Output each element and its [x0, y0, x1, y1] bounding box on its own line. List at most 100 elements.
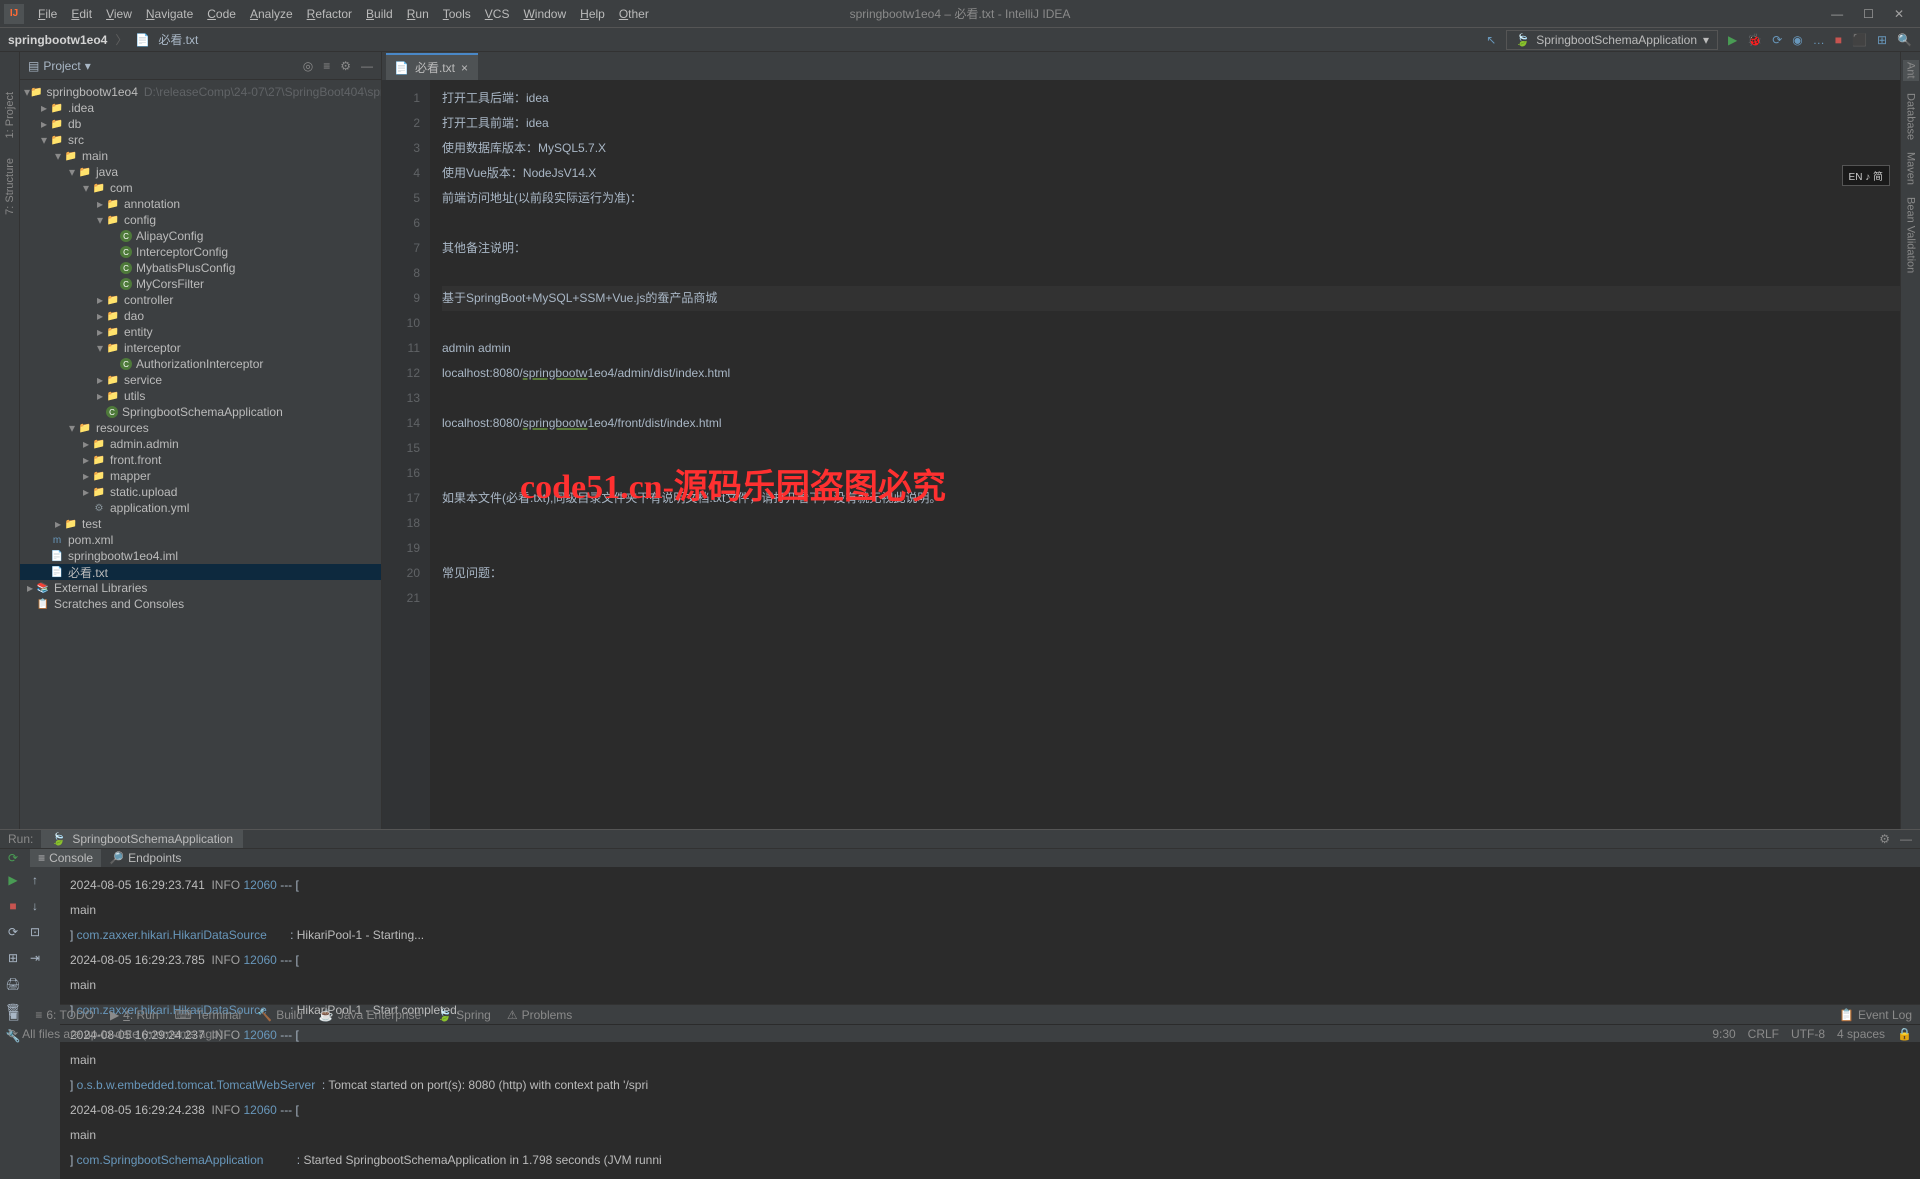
tree-node-admin-admin[interactable]: ▸📁admin.admin: [20, 436, 381, 452]
breadcrumb-file[interactable]: 必看.txt: [158, 31, 198, 48]
tree-node-AlipayConfig[interactable]: CAlipayConfig: [20, 228, 381, 244]
tree-arrow[interactable]: ▸: [24, 581, 36, 595]
menu-help[interactable]: Help: [574, 3, 611, 25]
run-ctrl-2[interactable]: ⟳: [4, 923, 22, 941]
code-line-7[interactable]: 其他备注说明：: [442, 236, 1900, 261]
code-area[interactable]: code51.cn-源码乐园盗图必究 打开工具后端：idea打开工具前端：ide…: [430, 80, 1900, 829]
tree-arrow[interactable]: ▸: [80, 485, 92, 499]
code-line-19[interactable]: [442, 536, 1900, 561]
tree-arrow[interactable]: ▸: [38, 101, 50, 115]
tree-arrow[interactable]: ▸: [80, 437, 92, 451]
code-line-3[interactable]: 使用数据库版本：MySQL5.7.X: [442, 136, 1900, 161]
code-line-11[interactable]: admin admin: [442, 336, 1900, 361]
menu-view[interactable]: View: [100, 3, 138, 25]
tree-node-External Libraries[interactable]: ▸📚External Libraries: [20, 580, 381, 596]
bottom-tab-Spring[interactable]: 🍃Spring: [437, 1008, 491, 1022]
project-tool-2[interactable]: ⚙: [340, 59, 351, 73]
bottom-tab-Problems[interactable]: ⚠Problems: [507, 1008, 572, 1022]
menu-tools[interactable]: Tools: [437, 3, 477, 25]
right-tab-ant[interactable]: Ant: [1903, 60, 1919, 81]
menu-edit[interactable]: Edit: [65, 3, 98, 25]
tree-node-src[interactable]: ▾📁src: [20, 132, 381, 148]
close-tab-icon[interactable]: ×: [461, 61, 468, 75]
tree-node-db[interactable]: ▸📁db: [20, 116, 381, 132]
code-line-9[interactable]: 基于SpringBoot+MySQL+SSM+Vue.js的蚕产品商城: [442, 286, 1900, 311]
code-line-10[interactable]: [442, 311, 1900, 336]
minimize-panel-icon[interactable]: —: [1900, 832, 1912, 846]
tree-node-application-yml[interactable]: ⚙application.yml: [20, 500, 381, 516]
tree-node-Scratches and Consoles[interactable]: 📋Scratches and Consoles: [20, 596, 381, 612]
settings-icon[interactable]: ⚙: [1879, 832, 1890, 846]
run-subtab-endpoints[interactable]: 🔎Endpoints: [101, 849, 189, 867]
maximize-button[interactable]: ☐: [1863, 7, 1874, 21]
profiler-icon[interactable]: ◉: [1792, 33, 1802, 47]
code-line-5[interactable]: 前端访问地址(以前段实际运行为准)：: [442, 186, 1900, 211]
layout-icon[interactable]: ⬛: [1852, 33, 1867, 47]
status-item-0[interactable]: 9:30: [1712, 1027, 1735, 1041]
tree-node-static-upload[interactable]: ▸📁static.upload: [20, 484, 381, 500]
project-toolwindow-tab[interactable]: 1: Project: [4, 92, 16, 138]
project-panel-title[interactable]: ▤ Project ▾: [28, 59, 91, 73]
run-ctrl-r-2[interactable]: ⊡: [26, 923, 44, 941]
editor-tab[interactable]: 📄 必看.txt ×: [386, 53, 478, 80]
tree-arrow[interactable]: ▸: [80, 453, 92, 467]
bottom-tab-Java-Enterprise[interactable]: ☕Java Enterprise: [319, 1008, 421, 1022]
more-icon[interactable]: …: [1813, 33, 1825, 47]
minimize-button[interactable]: —: [1831, 7, 1843, 21]
bottom-tab-Build[interactable]: 🔨Build: [257, 1008, 303, 1022]
tree-node-test[interactable]: ▸📁test: [20, 516, 381, 532]
run-icon[interactable]: ▶: [1728, 33, 1737, 47]
menu-navigate[interactable]: Navigate: [140, 3, 199, 25]
right-tab-database[interactable]: Database: [1905, 93, 1917, 140]
grid-icon[interactable]: ⊞: [1877, 33, 1887, 47]
code-line-4[interactable]: 使用Vue版本：NodeJsV14.X: [442, 161, 1900, 186]
code-line-13[interactable]: [442, 386, 1900, 411]
run-ctrl-1[interactable]: ■: [4, 897, 22, 915]
run-config-dropdown[interactable]: 🍃 SpringbootSchemaApplication ▾: [1506, 30, 1718, 50]
code-line-6[interactable]: [442, 211, 1900, 236]
tree-arrow[interactable]: ▸: [94, 309, 106, 323]
tree-arrow[interactable]: ▾: [94, 341, 106, 355]
code-line-17[interactable]: 如果本文件(必看.txt),同级目录文件夹下有说明文档.txt文件，请打开看下，…: [442, 486, 1900, 511]
status-item-2[interactable]: UTF-8: [1791, 1027, 1825, 1041]
tree-node-utils[interactable]: ▸📁utils: [20, 388, 381, 404]
tree-node-pom-xml[interactable]: mpom.xml: [20, 532, 381, 548]
project-tree[interactable]: ▾📁springbootw1eo4D:\releaseComp\24-07\27…: [20, 80, 381, 829]
run-ctrl-r-1[interactable]: ↓: [26, 897, 44, 915]
tree-arrow[interactable]: ▸: [94, 389, 106, 403]
rerun-icon[interactable]: ⟳: [8, 851, 18, 865]
back-arrow-icon[interactable]: ↖: [1486, 33, 1496, 47]
run-ctrl-3[interactable]: ⊞: [4, 949, 22, 967]
tree-node-java[interactable]: ▾📁java: [20, 164, 381, 180]
code-line-16[interactable]: [442, 461, 1900, 486]
code-line-8[interactable]: [442, 261, 1900, 286]
tree-node-config[interactable]: ▾📁config: [20, 212, 381, 228]
tree-arrow[interactable]: ▸: [94, 197, 106, 211]
debug-icon[interactable]: 🐞: [1747, 33, 1762, 47]
project-tool-0[interactable]: ◎: [303, 59, 313, 73]
tree-node-InterceptorConfig[interactable]: CInterceptorConfig: [20, 244, 381, 260]
menu-build[interactable]: Build: [360, 3, 399, 25]
code-line-18[interactable]: [442, 511, 1900, 536]
tree-node-mapper[interactable]: ▸📁mapper: [20, 468, 381, 484]
tree-arrow[interactable]: ▾: [94, 213, 106, 227]
code-line-12[interactable]: localhost:8080/springbootw1eo4/admin/dis…: [442, 361, 1900, 386]
run-ctrl-0[interactable]: ▶: [4, 871, 22, 889]
event-log-tab[interactable]: 📋Event Log: [1839, 1008, 1912, 1022]
language-indicator[interactable]: EN ♪ 简: [1842, 165, 1890, 186]
menu-other[interactable]: Other: [613, 3, 655, 25]
breadcrumb-project[interactable]: springbootw1eo4: [8, 33, 107, 47]
run-tab[interactable]: 🍃 SpringbootSchemaApplication: [41, 830, 243, 848]
menu-vcs[interactable]: VCS: [479, 3, 516, 25]
tree-node-MybatisPlusConfig[interactable]: CMybatisPlusConfig: [20, 260, 381, 276]
tree-node-main[interactable]: ▾📁main: [20, 148, 381, 164]
console-output[interactable]: 2024-08-05 16:29:23.741 INFO 12060 --- […: [60, 867, 1920, 1179]
structure-toolwindow-tab[interactable]: 7: Structure: [4, 158, 16, 215]
menu-analyze[interactable]: Analyze: [244, 3, 299, 25]
tree-node-controller[interactable]: ▸📁controller: [20, 292, 381, 308]
tree-node-dao[interactable]: ▸📁dao: [20, 308, 381, 324]
code-line-2[interactable]: 打开工具前端：idea: [442, 111, 1900, 136]
bottom-tab-Terminal[interactable]: ⌨Terminal: [175, 1008, 242, 1022]
tree-node-MyCorsFilter[interactable]: CMyCorsFilter: [20, 276, 381, 292]
tree-arrow[interactable]: ▸: [94, 373, 106, 387]
